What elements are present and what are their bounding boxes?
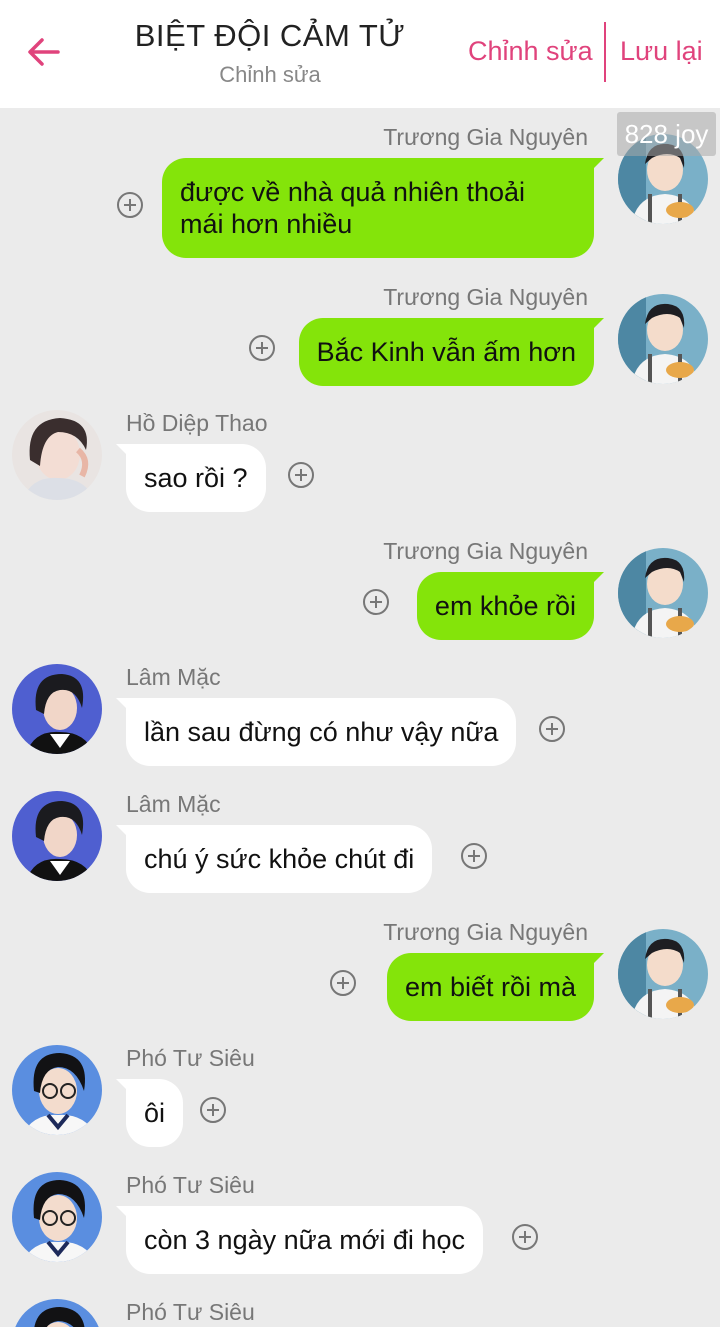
chat-header: BIỆT ĐỘI CẢM TỬ Chỉnh sửa Chỉnh sửa Lưu … bbox=[0, 0, 720, 108]
message-bubble[interactable]: lần sau đừng có như vậy nữa bbox=[115, 698, 517, 766]
message-bubble[interactable]: chú ý sức khỏe chút đi bbox=[115, 825, 433, 893]
add-reaction-icon[interactable] bbox=[117, 192, 143, 218]
sender-name: Phó Tư Siêu bbox=[126, 1299, 255, 1325]
message-bubble[interactable]: Bắc Kinh vẫn ấm hơn bbox=[298, 318, 605, 386]
chat-title: BIỆT ĐỘI CẢM TỬ bbox=[134, 18, 406, 53]
add-reaction-icon[interactable] bbox=[330, 970, 356, 996]
sender-name: Hồ Diệp Thao bbox=[126, 410, 268, 436]
avatar[interactable] bbox=[12, 1045, 102, 1135]
message-bubble[interactable]: em biết rồi mà bbox=[386, 953, 605, 1021]
avatar[interactable] bbox=[618, 294, 708, 384]
add-reaction-icon[interactable] bbox=[200, 1097, 226, 1123]
avatar[interactable] bbox=[618, 548, 708, 638]
sender-name: Trương Gia Nguyên bbox=[383, 919, 588, 945]
avatar[interactable] bbox=[12, 664, 102, 754]
sender-name: Trương Gia Nguyên bbox=[383, 124, 588, 150]
add-reaction-icon[interactable] bbox=[288, 462, 314, 488]
add-reaction-icon[interactable] bbox=[461, 843, 487, 869]
avatar[interactable] bbox=[12, 1172, 102, 1262]
sender-name: Lâm Mặc bbox=[126, 791, 221, 817]
message-bubble[interactable]: sao rồi ? bbox=[116, 444, 266, 512]
avatar[interactable] bbox=[12, 1299, 102, 1327]
message-bubble[interactable]: được về nhà quả nhiên thoải mái hơn nhiề… bbox=[162, 158, 604, 258]
sender-name: Phó Tư Siêu bbox=[126, 1045, 255, 1071]
message-bubble[interactable]: em khỏe rồi bbox=[416, 572, 605, 640]
watermark: 828 joy bbox=[617, 112, 716, 156]
chat-subtitle: Chỉnh sửa bbox=[219, 62, 321, 87]
header-divider bbox=[604, 22, 606, 82]
add-reaction-icon[interactable] bbox=[363, 589, 389, 615]
sender-name: Trương Gia Nguyên bbox=[383, 538, 588, 564]
add-reaction-icon[interactable] bbox=[512, 1224, 538, 1250]
save-button[interactable]: Lưu lại bbox=[620, 36, 703, 67]
message-bubble[interactable]: còn 3 ngày nữa mới đi học bbox=[116, 1206, 483, 1274]
sender-name: Lâm Mặc bbox=[126, 664, 221, 690]
sender-name: Trương Gia Nguyên bbox=[383, 284, 588, 310]
add-reaction-icon[interactable] bbox=[539, 716, 565, 742]
avatar[interactable] bbox=[12, 791, 102, 881]
edit-button[interactable]: Chỉnh sửa bbox=[468, 36, 593, 67]
avatar[interactable] bbox=[618, 929, 708, 1019]
add-reaction-icon[interactable] bbox=[249, 335, 275, 361]
avatar[interactable] bbox=[12, 410, 102, 500]
sender-name: Phó Tư Siêu bbox=[126, 1172, 255, 1198]
message-bubble[interactable]: ôi bbox=[115, 1079, 184, 1147]
